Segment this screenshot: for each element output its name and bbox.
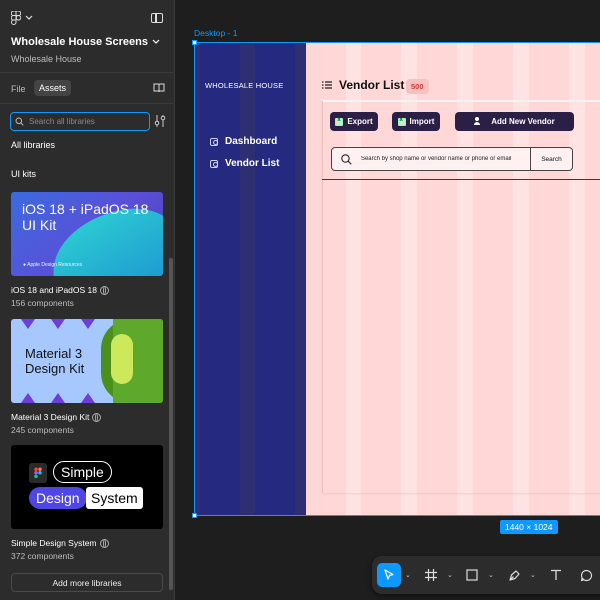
list-icon (322, 81, 332, 89)
divider (0, 72, 175, 73)
decorative-shape (21, 393, 35, 403)
all-libraries-link[interactable]: All libraries (11, 140, 55, 150)
chevron-down-icon[interactable]: ⌄ (530, 571, 536, 579)
resize-handle[interactable] (192, 513, 197, 518)
divider (0, 103, 175, 104)
bottom-toolbar: ⌄ ⌄ ⌄ ⌄ (372, 556, 600, 594)
apple-icon: ● (23, 262, 27, 268)
left-panel: Wholesale House Screens Wholesale House … (0, 0, 175, 600)
kit-name: Material 3 Design Kit (11, 412, 163, 422)
search-icon (341, 153, 352, 165)
kit-thumbnail-title: Material 3 Design Kit (25, 346, 85, 376)
decorative-shape (51, 393, 65, 403)
chevron-down-icon[interactable]: ⌄ (405, 571, 411, 579)
decorative-shape (81, 319, 95, 329)
sidebar-toggle-icon[interactable] (151, 13, 163, 23)
ui-kits-heading: UI kits (11, 169, 37, 179)
kit-component-count: 245 components (11, 425, 74, 435)
design-nav-vendor-list: Vendor List (210, 158, 279, 169)
tab-file[interactable]: File (11, 84, 26, 94)
instagram-icon (210, 137, 218, 146)
frame-hash-icon (425, 569, 437, 581)
figma-main-menu[interactable] (11, 11, 33, 25)
frame-size-badge: 1440 × 1024 (500, 520, 558, 534)
decorative-shape (21, 319, 35, 329)
design-export-button: Export (330, 112, 378, 131)
pen-tool[interactable] (502, 563, 526, 587)
rectangle-icon (466, 569, 478, 581)
design-sidebar: WHOLESALE HOUSE Dashboard Vendor List (195, 43, 306, 515)
kit-component-count: 372 components (11, 551, 74, 561)
kit-thumbnail-title: iOS 18 + iPadOS 18 UI Kit (22, 201, 149, 233)
figma-logo-icon (29, 463, 47, 483)
design-add-vendor-button: Add New Vendor (455, 112, 574, 131)
shape-tool[interactable] (460, 563, 484, 587)
kit-thumbnail: Simple Design System (11, 445, 163, 529)
design-brand: WHOLESALE HOUSE (205, 81, 284, 90)
kit-name: Simple Design System (11, 538, 163, 548)
figma-app: Wholesale House Screens Wholesale House … (0, 0, 600, 600)
kit-name: iOS 18 and iPadOS 18 (11, 285, 163, 295)
layout-grid-column (255, 43, 295, 515)
chevron-down-icon (152, 39, 160, 44)
canvas[interactable]: Desktop - 1 WHOLESALE HOUSE Dashboard Ve… (176, 0, 600, 600)
kit-thumbnail-word: System (86, 487, 143, 509)
desktop-frame[interactable]: WHOLESALE HOUSE Dashboard Vendor List Ve… (194, 42, 600, 516)
library-search[interactable] (10, 112, 150, 131)
comment-tool[interactable] (574, 563, 598, 587)
excel-icon (335, 117, 344, 126)
file-name-label: Wholesale House Screens (11, 36, 148, 48)
decorative-shape (81, 393, 95, 403)
search-icon (15, 117, 24, 126)
resize-handle[interactable] (192, 40, 197, 45)
kit-card-material[interactable]: Material 3 Design Kit Material 3 Design … (11, 319, 163, 435)
design-nav-dashboard: Dashboard (210, 136, 277, 147)
decorative-shape (111, 334, 133, 384)
kit-thumbnail-word: Design (29, 487, 87, 509)
kit-component-count: 156 components (11, 298, 74, 308)
figma-logo-icon (11, 11, 21, 25)
instagram-icon (210, 159, 218, 168)
chevron-down-icon[interactable]: ⌄ (488, 571, 494, 579)
text-t-icon (551, 569, 561, 580)
globe-icon (100, 285, 110, 295)
frame-tool[interactable] (419, 563, 443, 587)
filter-icon[interactable] (154, 114, 166, 128)
design-import-button: Import (392, 112, 440, 131)
design-page-title: Vendor List (339, 78, 405, 92)
frame-label[interactable]: Desktop - 1 (194, 28, 237, 38)
design-count-badge: 500 (406, 79, 429, 94)
kit-thumbnail: Material 3 Design Kit (11, 319, 163, 403)
library-search-input[interactable] (29, 117, 144, 126)
kit-thumbnail-word: Simple (53, 461, 112, 483)
design-search-button: Search (530, 147, 573, 171)
comment-bubble-icon (580, 569, 592, 581)
add-more-libraries-button[interactable]: Add more libraries (11, 573, 163, 592)
design-search-input (360, 156, 530, 162)
chevron-down-icon (25, 15, 33, 20)
kit-thumbnail: iOS 18 + iPadOS 18 UI Kit ● Apple Design… (11, 192, 163, 276)
kit-card-ios[interactable]: iOS 18 + iPadOS 18 UI Kit ● Apple Design… (11, 192, 163, 308)
globe-icon (99, 538, 109, 548)
tab-assets[interactable]: Assets (34, 80, 72, 96)
add-user-icon (474, 117, 483, 126)
layout-grid-column (200, 43, 240, 515)
kit-thumbnail-footer: ● Apple Design Resources (23, 262, 83, 268)
chevron-down-icon[interactable]: ⌄ (447, 571, 453, 579)
pen-icon (508, 569, 520, 581)
design-search-field (331, 147, 531, 171)
library-book-icon[interactable] (153, 83, 165, 93)
divider (322, 179, 600, 180)
kit-card-simple-design[interactable]: Simple Design System Simple Design Syste… (11, 445, 163, 561)
globe-icon (92, 412, 102, 422)
scrollbar[interactable] (169, 258, 173, 590)
decorative-shape (51, 319, 65, 329)
excel-icon (397, 117, 406, 126)
team-name: Wholesale House (11, 54, 82, 64)
text-tool[interactable] (544, 563, 568, 587)
file-name[interactable]: Wholesale House Screens (11, 36, 171, 48)
move-tool[interactable] (377, 563, 401, 587)
cursor-arrow-icon (384, 569, 394, 580)
